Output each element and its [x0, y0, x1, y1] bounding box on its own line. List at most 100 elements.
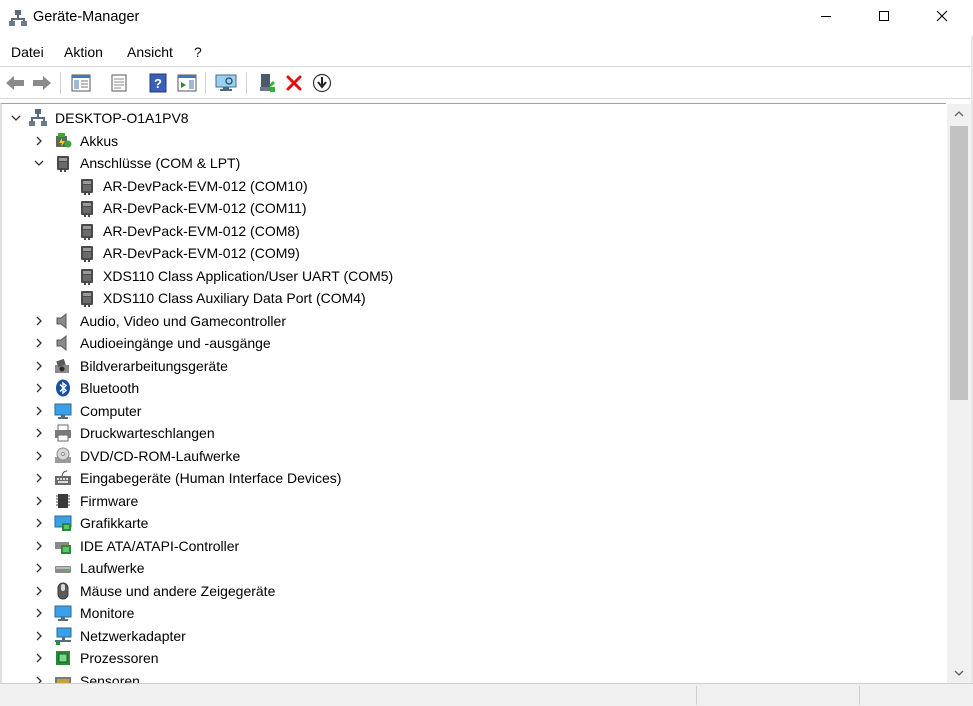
tree-category-label: Akkus [80, 132, 119, 149]
root-label: DESKTOP-O1A1PV8 [55, 110, 189, 126]
chevron-right-icon[interactable] [33, 675, 45, 684]
maximize-button[interactable] [855, 0, 913, 32]
minimize-icon [821, 16, 831, 17]
tree-category[interactable]: Grafikkarte [2, 512, 942, 534]
tree-device[interactable]: AR-DevPack-EVM-012 (COM10) [2, 175, 942, 197]
port-icon [81, 291, 93, 307]
tree-category[interactable]: Bluetooth [2, 377, 942, 399]
menu-datei[interactable]: Datei [11, 44, 44, 60]
menu-help[interactable]: ? [194, 44, 202, 60]
properties-icon [111, 74, 127, 92]
help-button[interactable]: ? [146, 71, 170, 95]
vertical-scrollbar[interactable] [947, 104, 971, 683]
tree-category[interactable]: DVD/CD-ROM-Laufwerke [2, 445, 942, 467]
menu-aktion[interactable]: Aktion [64, 44, 103, 60]
chevron-right-icon[interactable] [33, 315, 45, 327]
network-icon [55, 627, 72, 645]
chevron-right-icon[interactable] [33, 360, 45, 372]
chevron-right-icon[interactable] [33, 450, 45, 462]
chevron-right-icon[interactable] [33, 652, 45, 664]
properties-button[interactable] [107, 71, 131, 95]
tree-category[interactable]: Akkus [2, 130, 942, 152]
forward-arrow-icon [33, 76, 51, 90]
disc-icon [55, 447, 71, 463]
port-icon [57, 156, 69, 172]
chevron-right-icon[interactable] [33, 517, 45, 529]
scroll-down-button[interactable] [947, 663, 971, 683]
tree-category[interactable]: Firmware [2, 490, 942, 512]
back-button[interactable] [3, 71, 27, 95]
tree-category[interactable]: Druckwarteschlangen [2, 422, 942, 444]
tree-category[interactable]: Anschlüsse (COM & LPT) [2, 152, 942, 174]
chevron-right-icon[interactable] [33, 540, 45, 552]
tree-device-label: AR-DevPack-EVM-012 (COM9) [103, 245, 300, 261]
drive-icon [55, 566, 71, 573]
chevron-right-icon[interactable] [33, 405, 45, 417]
tree-root[interactable]: DESKTOP-O1A1PV8 [2, 107, 942, 129]
tree-device[interactable]: XDS110 Class Application/User UART (COM5… [2, 265, 942, 287]
port-icon [81, 178, 93, 195]
mouse-icon [57, 582, 69, 599]
battery-icon [56, 132, 72, 147]
chevron-right-icon[interactable] [33, 630, 45, 642]
tree-category[interactable]: Computer [2, 400, 942, 422]
scroll-up-button[interactable] [947, 104, 971, 124]
window-title: Geräte-Manager [33, 9, 140, 25]
tree-category-label: Mäuse und andere Zeigegeräte [80, 582, 276, 599]
tree-category[interactable]: Eingabegeräte (Human Interface Devices) [2, 467, 942, 489]
tree-category[interactable]: Laufwerke [2, 557, 942, 579]
download-driver-button[interactable] [310, 71, 334, 95]
minimize-button[interactable] [797, 0, 855, 32]
tree-category-label: Computer [80, 402, 142, 419]
chevron-down-icon[interactable] [10, 112, 22, 124]
menu-bar: Datei Aktion Ansicht ? [0, 40, 973, 64]
tree-category[interactable]: Sensoren [2, 670, 942, 684]
port-icon [81, 268, 93, 285]
monitor-icon [54, 605, 72, 621]
help-book-icon: ? [149, 73, 167, 93]
chevron-right-icon[interactable] [33, 427, 45, 439]
chevron-right-icon[interactable] [33, 562, 45, 574]
bluetooth-icon [56, 379, 70, 397]
chevron-down-icon[interactable] [33, 157, 45, 169]
tree-category[interactable]: Audio, Video und Gamecontroller [2, 310, 942, 332]
ide-controller-icon [55, 541, 71, 554]
tree-category[interactable]: Monitore [2, 602, 942, 624]
tree-category[interactable]: IDE ATA/ATAPI-Controller [2, 535, 942, 557]
computer-network-icon [29, 109, 47, 126]
device-manager-icon [9, 10, 27, 26]
tree-category[interactable]: Bildverarbeitungsgeräte [2, 355, 942, 377]
tree-device[interactable]: AR-DevPack-EVM-012 (COM8) [2, 220, 942, 242]
scan-hardware-button[interactable] [214, 71, 238, 95]
tree-category[interactable]: Prozessoren [2, 647, 942, 669]
camera-icon [55, 358, 69, 373]
chevron-right-icon[interactable] [33, 382, 45, 394]
update-driver-button[interactable] [255, 71, 279, 95]
monitor-icon [54, 403, 72, 419]
scroll-thumb[interactable] [950, 126, 968, 400]
close-button[interactable] [913, 0, 971, 32]
tree-device[interactable]: XDS110 Class Auxiliary Data Port (COM4) [2, 287, 942, 309]
menu-ansicht[interactable]: Ansicht [127, 44, 173, 60]
forward-button[interactable] [30, 71, 54, 95]
processor-icon [56, 651, 70, 665]
chevron-right-icon[interactable] [33, 135, 45, 147]
status-segment [859, 686, 860, 705]
tree-category-label: Laufwerke [80, 560, 145, 576]
chevron-right-icon[interactable] [33, 585, 45, 597]
chevron-right-icon[interactable] [33, 607, 45, 619]
tree-category-label: Prozessoren [80, 650, 159, 666]
uninstall-button[interactable] [282, 71, 306, 95]
chevron-right-icon[interactable] [33, 495, 45, 507]
tree-category[interactable]: Netzwerkadapter [2, 625, 942, 647]
tree-device[interactable]: AR-DevPack-EVM-012 (COM11) [2, 197, 942, 219]
tree-category[interactable]: Audioeingänge und -ausgänge [2, 332, 942, 354]
console-tree-button[interactable] [69, 71, 93, 95]
chevron-right-icon[interactable] [33, 337, 45, 349]
tree-category[interactable]: Mäuse und andere Zeigegeräte [2, 580, 942, 602]
chevron-right-icon[interactable] [33, 472, 45, 484]
tree-device[interactable]: AR-DevPack-EVM-012 (COM9) [2, 242, 942, 264]
tree-device-label: AR-DevPack-EVM-012 (COM10) [103, 177, 308, 194]
tree-category-label: DVD/CD-ROM-Laufwerke [80, 447, 241, 464]
action-pane-button[interactable] [175, 71, 199, 95]
